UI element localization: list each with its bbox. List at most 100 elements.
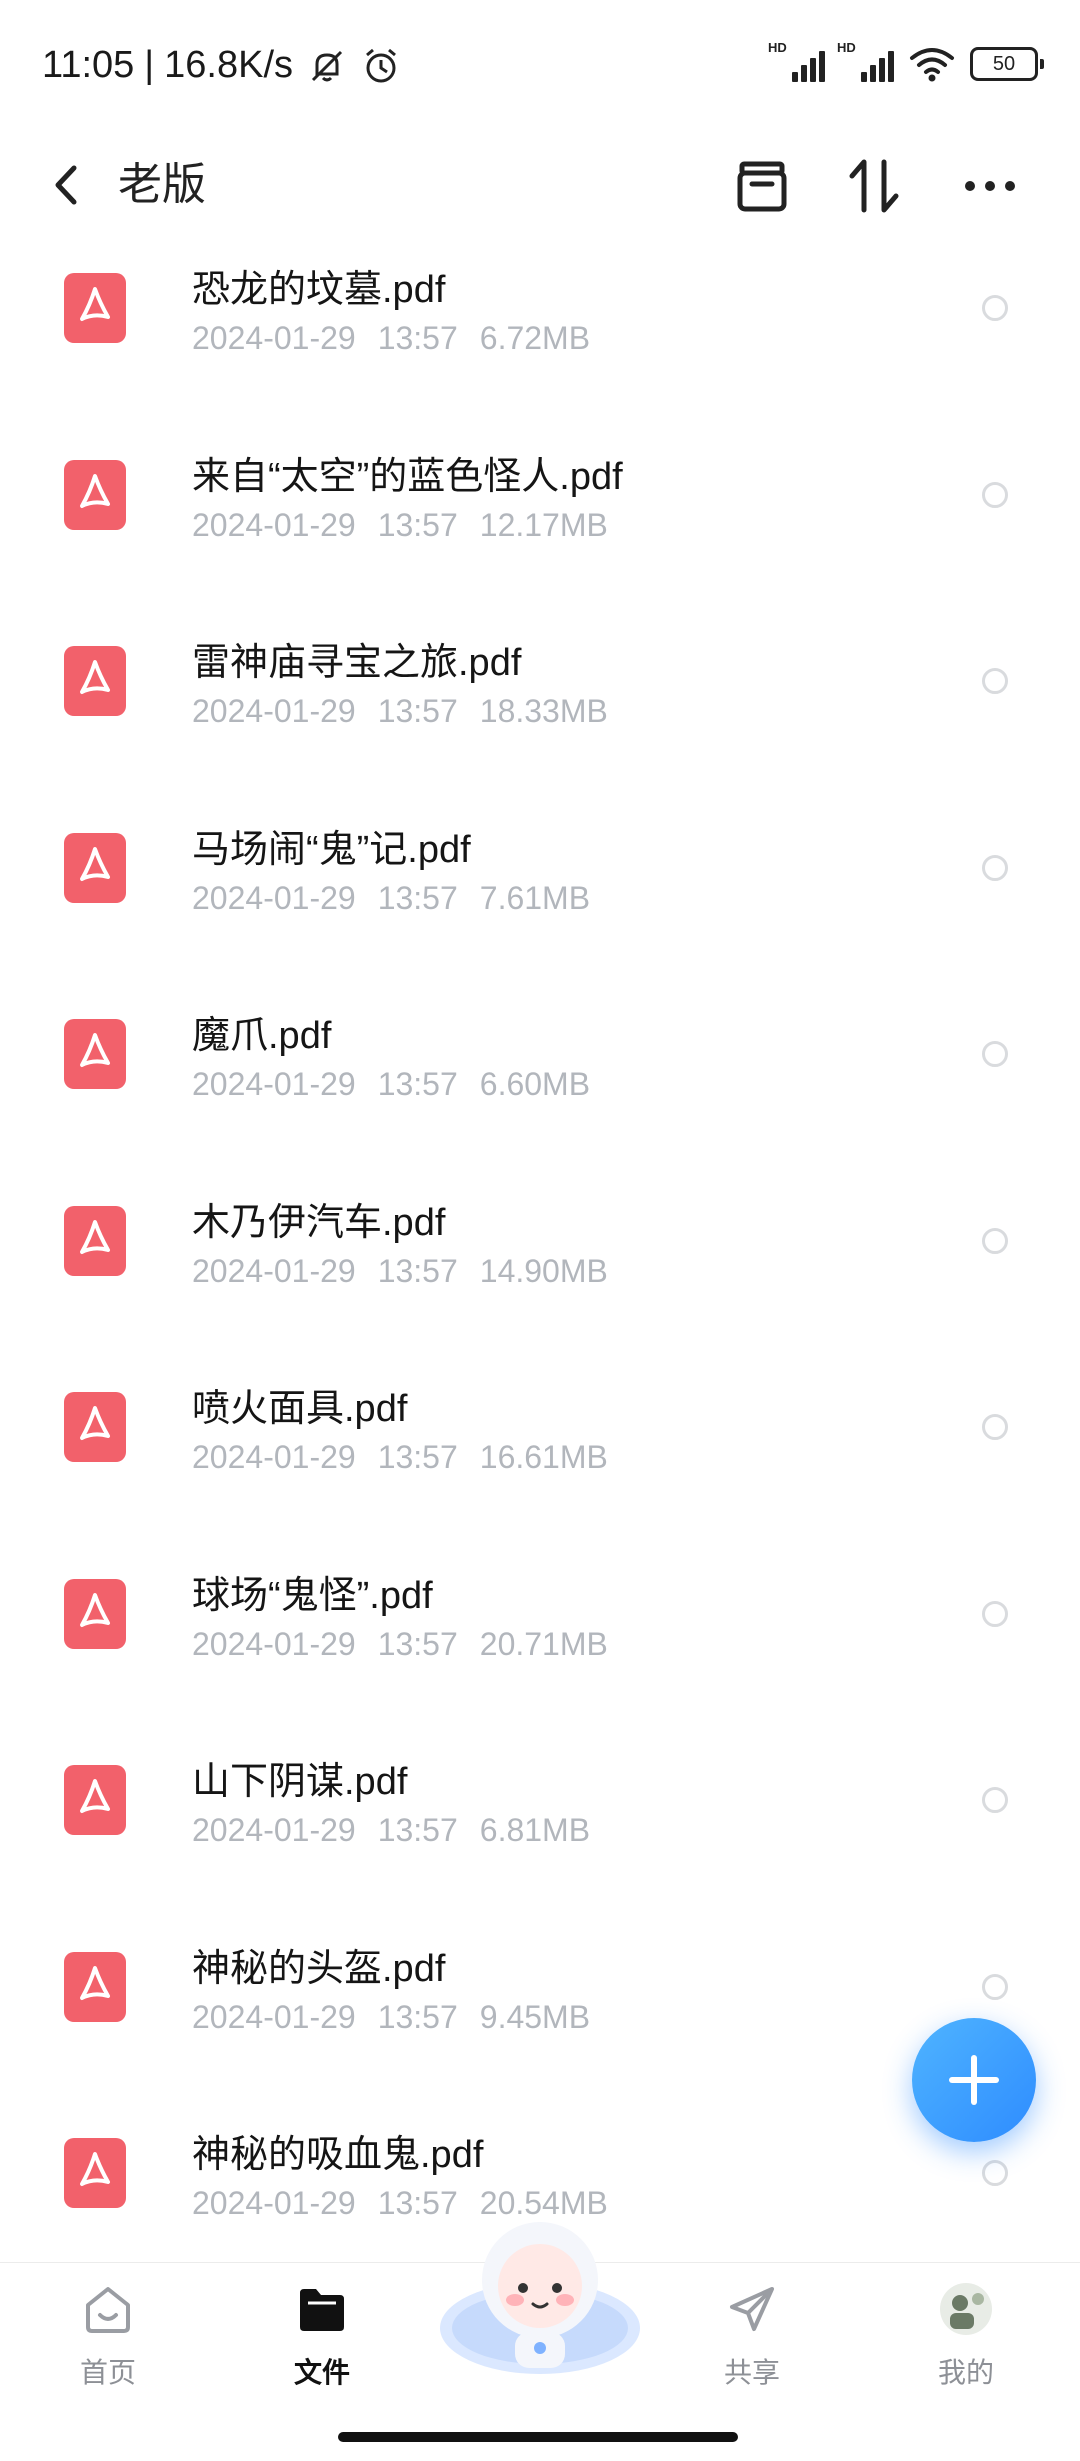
file-item[interactable]: 恐龙的坟墓.pdf 2024-01-29 13:57 6.72MB xyxy=(0,240,1080,426)
file-date: 2024-01-29 xyxy=(192,693,356,729)
nav-label-share: 共享 xyxy=(723,2357,780,2388)
file-name: 喷火面具.pdf xyxy=(192,1388,408,1430)
status-bar: 11:05 | 16.8K/s HD HD 50 xyxy=(0,0,1080,130)
pdf-file-icon xyxy=(64,1578,126,1649)
home-indicator[interactable] xyxy=(338,2432,738,2442)
file-select-checkbox[interactable] xyxy=(982,295,1008,321)
battery-level: 50 xyxy=(970,47,1038,81)
file-date: 2024-01-29 xyxy=(192,1252,356,1289)
file-item[interactable]: 雷神庙寻宝之旅.pdf 2024-01-29 13:57 18.33MB xyxy=(0,613,1080,799)
pdf-file-icon xyxy=(64,273,126,343)
mascot-icon[interactable] xyxy=(435,2210,645,2380)
file-date: 2024-01-29 xyxy=(192,506,356,543)
pdf-file-icon xyxy=(64,1019,126,1089)
status-network-speed: 16.8K/s xyxy=(164,44,294,86)
nav-item-home[interactable]: 首页 xyxy=(38,2281,178,2421)
file-select-checkbox[interactable] xyxy=(982,668,1008,694)
file-name: 木乃伊汽车.pdf xyxy=(192,1201,446,1244)
file-select-checkbox[interactable] xyxy=(982,2160,1008,2186)
plus-icon xyxy=(949,2055,999,2105)
pdf-file-icon xyxy=(64,1765,126,1835)
add-button[interactable] xyxy=(912,2018,1036,2142)
file-meta: 2024-01-29 13:57 18.33MB xyxy=(192,693,630,730)
file-meta: 2024-01-29 13:57 20.71MB xyxy=(192,1626,630,1663)
file-date: 2024-01-29 xyxy=(192,1625,356,1662)
file-meta: 2024-01-29 13:57 14.90MB xyxy=(192,1253,630,1290)
status-separator: | xyxy=(144,44,155,86)
file-item[interactable]: 魔爪.pdf 2024-01-29 13:57 6.60MB xyxy=(0,986,1080,1172)
file-select-checkbox[interactable] xyxy=(982,481,1008,508)
back-icon[interactable] xyxy=(44,154,94,216)
file-name: 球场“鬼怪”.pdf xyxy=(192,1574,433,1617)
alarm-icon xyxy=(366,48,396,82)
pdf-file-icon xyxy=(64,2138,126,2208)
file-name: 马场闹“鬼”记.pdf xyxy=(192,828,471,871)
file-name: 魔爪.pdf xyxy=(192,1015,332,1057)
file-meta: 2024-01-29 13:57 7.61MB xyxy=(192,880,612,917)
file-meta: 2024-01-29 13:57 12.17MB xyxy=(192,507,630,544)
file-item[interactable]: 来自“太空”的蓝色怪人.pdf 2024-01-29 13:57 12.17MB xyxy=(0,427,1080,613)
file-size: 14.90MB xyxy=(479,1252,608,1289)
file-size: 6.72MB xyxy=(479,320,591,356)
status-time: 11:05 xyxy=(42,44,135,86)
file-date: 2024-01-29 xyxy=(192,1439,356,1475)
battery-icon: 50 xyxy=(970,47,1044,81)
pdf-file-icon xyxy=(64,459,126,530)
file-item[interactable]: 马场闹“鬼”记.pdf 2024-01-29 13:57 7.61MB xyxy=(0,800,1080,986)
nav-item-share[interactable]: 共享 xyxy=(682,2281,822,2421)
file-time: 13:57 xyxy=(377,1998,458,2035)
pdf-file-icon xyxy=(64,1205,126,1276)
folder-icon xyxy=(300,2289,344,2331)
file-select-checkbox[interactable] xyxy=(982,854,1008,881)
file-select-checkbox[interactable] xyxy=(982,1041,1008,1067)
file-time: 13:57 xyxy=(377,320,458,356)
file-meta: 2024-01-29 13:57 6.72MB xyxy=(192,320,612,357)
nav-label-files: 文件 xyxy=(293,2357,350,2388)
file-size: 7.61MB xyxy=(479,879,591,916)
archive-icon[interactable] xyxy=(730,154,794,218)
more-icon[interactable] xyxy=(958,154,1022,218)
file-select-checkbox[interactable] xyxy=(982,1787,1008,1813)
file-meta: 2024-01-29 13:57 9.45MB xyxy=(192,1999,612,2036)
file-time: 13:57 xyxy=(377,1812,458,1848)
file-date: 2024-01-29 xyxy=(192,1998,356,2035)
file-meta: 2024-01-29 13:57 6.81MB xyxy=(192,1812,612,1849)
file-select-checkbox[interactable] xyxy=(982,1600,1008,1627)
file-item[interactable]: 木乃伊汽车.pdf 2024-01-29 13:57 14.90MB xyxy=(0,1173,1080,1359)
file-select-checkbox[interactable] xyxy=(982,1227,1008,1254)
file-size: 18.33MB xyxy=(479,693,608,729)
header: 老版 xyxy=(0,130,1080,240)
file-size: 6.60MB xyxy=(479,1066,591,1102)
file-meta: 2024-01-29 13:57 16.61MB xyxy=(192,1439,630,1476)
wifi-icon xyxy=(910,48,954,82)
file-date: 2024-01-29 xyxy=(192,2185,356,2221)
mute-bell-icon xyxy=(311,50,343,81)
file-time: 13:57 xyxy=(377,1625,458,1662)
file-date: 2024-01-29 xyxy=(192,320,356,356)
file-time: 13:57 xyxy=(377,506,458,543)
sort-icon[interactable] xyxy=(842,154,906,218)
file-select-checkbox[interactable] xyxy=(982,1414,1008,1440)
pdf-file-icon xyxy=(64,1951,126,2022)
nav-item-mine[interactable]: 我的 xyxy=(896,2281,1036,2421)
pdf-file-icon xyxy=(64,832,126,903)
file-size: 12.17MB xyxy=(479,506,608,543)
hd-signal-icon: HD xyxy=(768,40,825,82)
file-item[interactable]: 山下阴谋.pdf 2024-01-29 13:57 6.81MB xyxy=(0,1732,1080,1918)
file-name: 山下阴谋.pdf xyxy=(192,1761,408,1803)
file-size: 16.61MB xyxy=(479,1439,608,1475)
file-item[interactable]: 喷火面具.pdf 2024-01-29 13:57 16.61MB xyxy=(0,1359,1080,1545)
hd-signal-icon: HD xyxy=(837,40,894,82)
file-date: 2024-01-29 xyxy=(192,1066,356,1102)
home-icon xyxy=(86,2287,130,2333)
file-item[interactable]: 球场“鬼怪”.pdf 2024-01-29 13:57 20.71MB xyxy=(0,1546,1080,1732)
file-name: 神秘的吸血鬼.pdf xyxy=(192,2134,484,2176)
file-name: 雷神庙寻宝之旅.pdf xyxy=(192,642,522,684)
nav-label-home: 首页 xyxy=(79,2357,136,2388)
file-select-checkbox[interactable] xyxy=(982,1973,1008,2000)
nav-item-files[interactable]: 文件 xyxy=(252,2281,392,2421)
file-size: 9.45MB xyxy=(479,1998,591,2035)
file-time: 13:57 xyxy=(377,693,458,729)
file-time: 13:57 xyxy=(377,1066,458,1102)
file-size: 20.71MB xyxy=(479,1625,608,1662)
